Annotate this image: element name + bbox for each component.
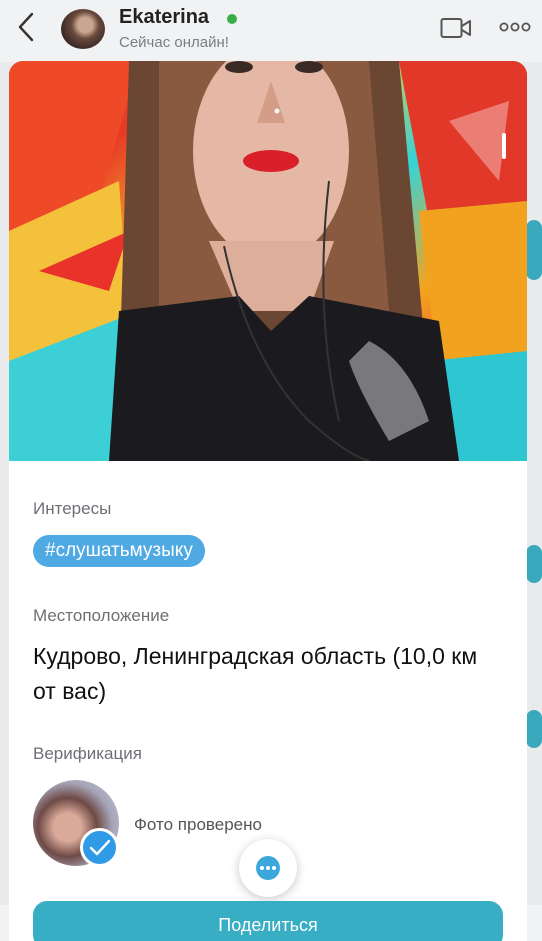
scroll-indicator [502,133,506,159]
profile-photo-artwork [9,61,527,461]
back-button[interactable] [12,10,40,44]
contact-status: Сейчас онлайн! [119,34,229,51]
background-message [526,710,542,748]
profile-photo[interactable] [9,61,527,461]
checkmark-icon [89,839,111,856]
profile-card: Интересы #слушатьмузыку Местоположение К… [9,61,527,941]
chat-header: Ekaterina Сейчас онлайн! [0,0,542,62]
share-button[interactable]: Поделиться [33,901,503,941]
interest-tag[interactable]: #слушатьмузыку [33,535,205,567]
background-message [526,220,542,280]
chat-bubble-icon [256,856,280,880]
contact-name: Ekaterina [119,6,210,28]
verified-badge [80,828,119,867]
background-message [526,545,542,583]
back-arrow-icon [18,12,34,42]
video-camera-icon [440,18,471,38]
online-indicator [227,14,237,24]
more-dots-icon [499,22,531,32]
avatar[interactable] [61,9,105,49]
verification-label: Верификация [33,744,142,763]
location-value: Кудрово, Ленинградская область (10,0 км … [33,643,478,704]
interests-label: Интересы [33,499,112,518]
open-chat-button[interactable] [239,839,297,897]
location-label: Местоположение [33,606,170,625]
more-options-button[interactable] [499,20,531,34]
video-call-button[interactable] [440,17,472,39]
verification-status: Фото проверено [134,815,262,834]
